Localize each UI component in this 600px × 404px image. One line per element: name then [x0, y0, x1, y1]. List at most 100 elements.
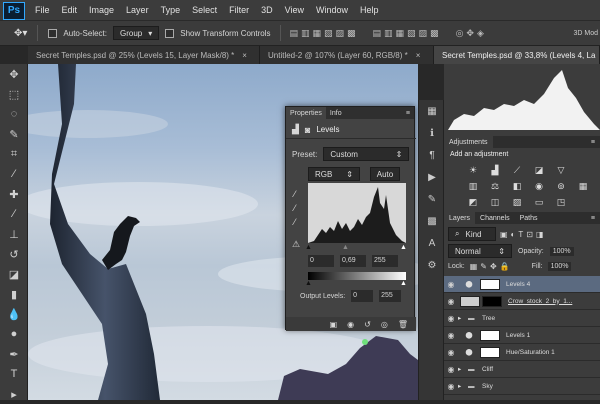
white-point-handle[interactable]: ▲ [400, 244, 407, 251]
layer-row-sky[interactable]: ◉ ▸ ▬ Sky [444, 378, 600, 395]
color-balance-adj-icon[interactable]: ⚖ [488, 180, 502, 192]
posterize-adj-icon[interactable]: ◫ [488, 196, 502, 208]
tab-adjustments[interactable]: Adjustments [444, 136, 493, 148]
healing-brush-tool-icon[interactable]: ✚ [0, 184, 28, 204]
threshold-adj-icon[interactable]: ▨ [510, 196, 524, 208]
menu-image[interactable]: Image [83, 5, 120, 15]
auto-select-dropdown[interactable]: Group ▾ [112, 26, 160, 40]
filter-icons[interactable]: ▣◐T⊡◨ [500, 230, 547, 239]
tab-paths[interactable]: Paths [515, 215, 543, 222]
tab-document-2[interactable]: Untitled-2 @ 107% (Layer 60, RGB/8) * × [260, 46, 434, 64]
dodge-tool-icon[interactable]: ● [0, 324, 28, 344]
layer-thumbnail[interactable] [460, 295, 480, 307]
tab-properties[interactable]: Properties [286, 107, 326, 119]
eraser-tool-icon[interactable]: ◪ [0, 264, 28, 284]
menu-help[interactable]: Help [354, 5, 385, 15]
paragraph-panel-icon[interactable]: ¶ [419, 144, 445, 166]
vibrance-adj-icon[interactable]: ▽ [554, 164, 568, 176]
tab-layers[interactable]: Layers [444, 212, 476, 224]
eyedropper-tool-icon[interactable]: ⁄ [0, 164, 28, 184]
channel-mixer-adj-icon[interactable]: ⊚ [554, 180, 568, 192]
clip-to-layer-icon[interactable]: ▣ [330, 320, 338, 329]
swatches-panel-icon[interactable]: ▩ [419, 210, 445, 232]
menu-layer[interactable]: Layer [120, 5, 155, 15]
layer-row-levels-1[interactable]: ◉ ⬤ Levels 1 [444, 327, 600, 344]
expand-arrow-icon[interactable]: ▸ [458, 382, 468, 390]
menu-3d[interactable]: 3D [255, 5, 279, 15]
layer-mask-thumbnail[interactable] [480, 278, 500, 290]
3d-mode-icons[interactable]: ◎✥◈ [456, 28, 487, 39]
black-white-adj-icon[interactable]: ◧ [510, 180, 524, 192]
move-tool-icon[interactable]: ✥ [0, 64, 28, 84]
layer-row-tree[interactable]: ◉ ▸ ▬ Tree [444, 310, 600, 327]
layer-row-cliff[interactable]: ◉ ▸ ▬ Cliff [444, 361, 600, 378]
input-white-field[interactable]: 255 [372, 255, 398, 267]
photo-filter-adj-icon[interactable]: ◉ [532, 180, 546, 192]
marquee-tool-icon[interactable]: ⬚ [0, 84, 28, 104]
lasso-tool-icon[interactable]: ◌ [0, 104, 28, 124]
mask-icon[interactable]: ◙ [305, 125, 310, 135]
menu-view[interactable]: View [279, 5, 310, 15]
brush-tool-icon[interactable]: ∕ [0, 204, 28, 224]
menu-type[interactable]: Type [155, 5, 187, 15]
path-selection-tool-icon[interactable]: ▸ [0, 384, 28, 404]
black-point-handle[interactable]: ▲ [305, 244, 312, 251]
info-panel-icon[interactable]: ℹ [419, 122, 445, 144]
actions-panel-icon[interactable]: ▶ [419, 166, 445, 188]
clone-stamp-tool-icon[interactable]: ⊥ [0, 224, 28, 244]
close-icon[interactable]: × [416, 51, 421, 60]
layer-mask-thumbnail[interactable] [482, 295, 502, 307]
view-previous-icon[interactable]: ◉ [347, 320, 354, 329]
move-tool-icon[interactable]: ✥▾ [14, 28, 27, 39]
layer-row-levels-4[interactable]: ◉ ⬤ Levels 4 [444, 276, 600, 293]
panel-menu-icon[interactable]: ≡ [586, 139, 600, 146]
layer-name[interactable]: Cliff [482, 366, 493, 373]
input-gamma-field[interactable]: 0,69 [340, 255, 366, 267]
layer-row-hue-saturation-1[interactable]: ◉ ⬤ Hue/Saturation 1 [444, 344, 600, 361]
output-white-handle[interactable]: ▲ [400, 280, 407, 287]
eye-icon[interactable]: ◉ [444, 314, 458, 323]
gamma-handle[interactable]: ▲ [342, 244, 349, 251]
clipping-warning-icon[interactable]: ⚠ [292, 239, 300, 250]
eye-icon[interactable]: ◉ [444, 348, 458, 357]
selective-color-adj-icon[interactable]: ◳ [554, 196, 568, 208]
type-tool-icon[interactable]: T [0, 364, 28, 384]
output-black-field[interactable]: 0 [351, 290, 374, 302]
layer-filter-dropdown[interactable]: ⌕ Kind [448, 227, 496, 241]
menu-filter[interactable]: Filter [223, 5, 255, 15]
fill-field[interactable]: 100% [547, 262, 572, 271]
brightness-icon[interactable]: ☀ [466, 164, 480, 176]
character-panel-icon[interactable]: A [419, 232, 445, 254]
lock-icons[interactable]: ▦✎✥🔒 [470, 262, 513, 271]
menu-edit[interactable]: Edit [56, 5, 84, 15]
output-black-handle[interactable]: ▲ [305, 280, 312, 287]
tab-document-1[interactable]: Secret Temples.psd @ 25% (Levels 15, Lay… [28, 46, 260, 64]
history-brush-tool-icon[interactable]: ↺ [0, 244, 28, 264]
eye-icon[interactable]: ◉ [444, 297, 458, 306]
reset-icon[interactable]: ↺ [364, 320, 371, 329]
curves-adj-icon[interactable]: ⟋ [510, 164, 524, 176]
layer-name[interactable]: Hue/Saturation 1 [506, 349, 555, 356]
menu-file[interactable]: File [29, 5, 56, 15]
eyedropper-white-icon[interactable]: ⁄ [294, 217, 296, 227]
layer-name[interactable]: Sky [482, 383, 493, 390]
blur-tool-icon[interactable]: 💧 [0, 304, 28, 324]
tab-document-3[interactable]: Secret Temples.psd @ 33,8% (Levels 4, La [434, 46, 600, 64]
visibility-icon[interactable]: ◎ [381, 320, 388, 329]
eye-icon[interactable]: ◉ [444, 280, 458, 289]
menu-window[interactable]: Window [310, 5, 354, 15]
eyedropper-gray-icon[interactable]: ⁄ [294, 203, 296, 213]
pen-tool-icon[interactable]: ✒ [0, 344, 28, 364]
menu-select[interactable]: Select [186, 5, 223, 15]
crop-tool-icon[interactable]: ⌗ [0, 144, 28, 164]
transform-controls-checkbox[interactable] [165, 28, 175, 38]
hue-sat-adj-icon[interactable]: ▥ [466, 180, 480, 192]
layer-name[interactable]: Crow_stock_2_by_1... [508, 298, 572, 305]
output-white-field[interactable]: 255 [379, 290, 402, 302]
input-levels-slider[interactable]: ▲ ▲ ▲ [305, 244, 407, 251]
gradient-tool-icon[interactable]: ▮ [0, 284, 28, 304]
auto-button[interactable]: Auto [370, 167, 400, 181]
panel-menu-icon[interactable]: ≡ [402, 110, 414, 117]
layer-name[interactable]: Levels 1 [506, 332, 530, 339]
history-panel-icon[interactable]: ▦ [419, 100, 445, 122]
